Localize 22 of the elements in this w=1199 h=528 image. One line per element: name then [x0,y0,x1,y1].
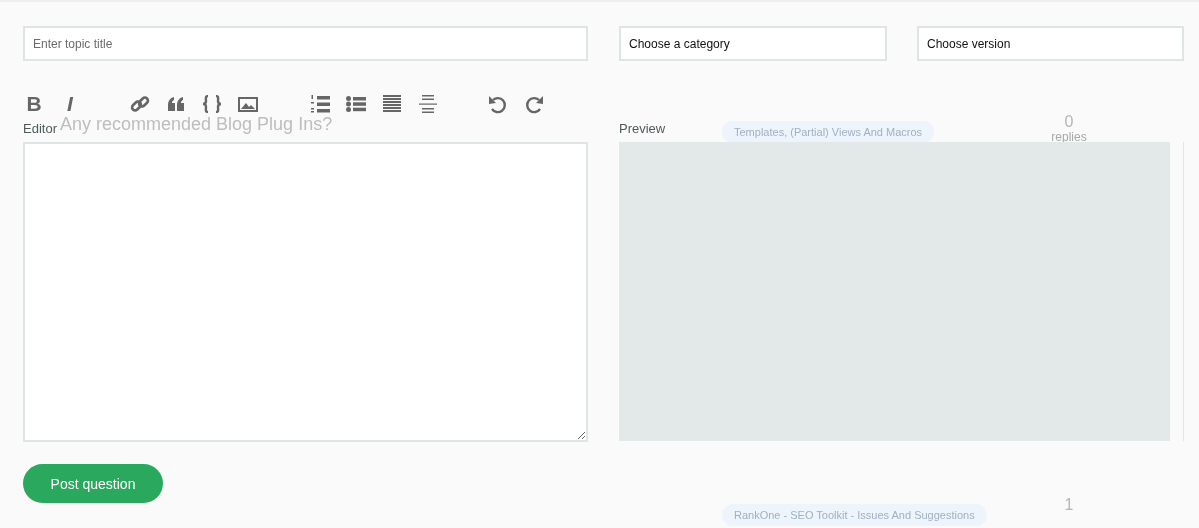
undo-button[interactable] [487,93,509,115]
link-button[interactable] [129,93,151,115]
post-question-button[interactable]: Post question [23,464,163,503]
topic-title-field[interactable]: Enter topic title [23,26,588,61]
category-tag: Templates, (Partial) Views And Macros [722,121,935,143]
bullet-list-button[interactable] [345,93,367,115]
rule-button[interactable] [417,93,439,115]
code-button[interactable] [201,93,223,115]
ordered-list-button[interactable] [309,93,331,115]
replies-label: replies [1051,130,1087,144]
bold-button[interactable]: B [23,93,45,115]
reply-count: 1 [1064,497,1074,513]
version-select[interactable]: Choose version [917,26,1184,61]
topic-title: Any recommended Blog Plug Ins? [60,114,333,134]
editor-field[interactable] [23,142,588,442]
category-select[interactable]: Choose a category [619,26,887,61]
italic-button[interactable]: I [59,93,81,115]
editor-label: Editor [23,121,57,138]
reply-count: 0 [1064,114,1074,130]
preview-label: Preview [619,121,666,138]
justify-button[interactable] [381,93,403,115]
category-tag: RankOne - SEO Toolkit - Issues And Suggestions [722,504,987,526]
